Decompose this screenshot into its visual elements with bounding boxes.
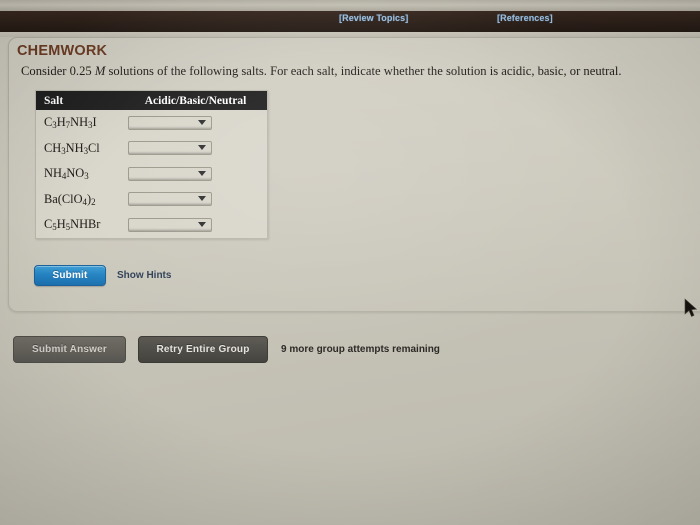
screen-photo: [Review Topics] [References] CHEMWORK Co… bbox=[0, 0, 700, 525]
chemwork-brand-title: CHEMWORK bbox=[17, 43, 108, 59]
chevron-down-icon bbox=[198, 145, 206, 151]
review-topics-link[interactable]: [Review Topics] bbox=[339, 13, 408, 23]
answer-cell bbox=[128, 115, 267, 130]
window-top-strip bbox=[0, 0, 700, 11]
salts-table: Salt Acidic/Basic/Neutral C3H7NH3I CH3NH3… bbox=[35, 90, 268, 239]
retry-entire-group-button[interactable]: Retry Entire Group bbox=[138, 336, 268, 363]
question-panel: CHEMWORK Consider 0.25 M solutions of th… bbox=[8, 37, 700, 312]
answer-cell bbox=[128, 217, 267, 232]
references-link[interactable]: [References] bbox=[497, 13, 553, 23]
answer-cell bbox=[128, 141, 267, 156]
answer-select-4[interactable] bbox=[128, 192, 212, 207]
page-surface: CHEMWORK Consider 0.25 M solutions of th… bbox=[0, 37, 700, 525]
answer-select-5[interactable] bbox=[128, 217, 212, 232]
salt-formula: C3H7NH3I bbox=[44, 115, 97, 131]
table-row: C5H5NHBr bbox=[36, 212, 267, 238]
question-prompt: Consider 0.25 M solutions of the followi… bbox=[21, 64, 697, 80]
submit-button[interactable]: Submit bbox=[34, 265, 106, 286]
chevron-down-icon bbox=[198, 119, 206, 125]
table-row: Ba(ClO4)2 bbox=[36, 186, 267, 212]
salt-formula: Ba(ClO4)2 bbox=[44, 191, 96, 207]
column-header-salt: Salt bbox=[44, 94, 64, 107]
prompt-part-1: Consider 0.25 bbox=[21, 64, 95, 78]
answer-select-1[interactable] bbox=[128, 115, 212, 130]
prompt-molarity-symbol: M bbox=[94, 64, 106, 78]
prompt-part-2: solutions of the following salts. For ea… bbox=[105, 64, 622, 78]
chevron-down-icon bbox=[198, 196, 206, 202]
show-hints-link[interactable]: Show Hints bbox=[117, 270, 171, 281]
salt-formula: C5H5NHBr bbox=[44, 217, 101, 233]
chevron-down-icon bbox=[198, 170, 206, 176]
salt-formula: NH4NO3 bbox=[44, 166, 89, 182]
table-header-row: Salt Acidic/Basic/Neutral bbox=[36, 91, 267, 110]
answer-select-3[interactable] bbox=[128, 166, 212, 181]
attempts-remaining-text: 9 more group attempts remaining bbox=[281, 344, 440, 355]
chevron-down-icon bbox=[198, 221, 206, 227]
answer-select-2[interactable] bbox=[128, 141, 212, 156]
table-body: C3H7NH3I CH3NH3Cl NH4NO3 Ba(ClO4)2 C5H5NHBr bbox=[36, 110, 267, 238]
table-row: NH4NO3 bbox=[36, 161, 267, 187]
table-row: CH3NH3Cl bbox=[36, 135, 267, 161]
answer-cell bbox=[128, 192, 267, 207]
column-header-answer: Acidic/Basic/Neutral bbox=[144, 94, 247, 107]
salt-formula: CH3NH3Cl bbox=[44, 140, 100, 156]
answer-cell bbox=[128, 166, 267, 181]
submit-answer-button[interactable]: Submit Answer bbox=[13, 336, 126, 363]
table-row: C3H7NH3I bbox=[36, 110, 267, 136]
